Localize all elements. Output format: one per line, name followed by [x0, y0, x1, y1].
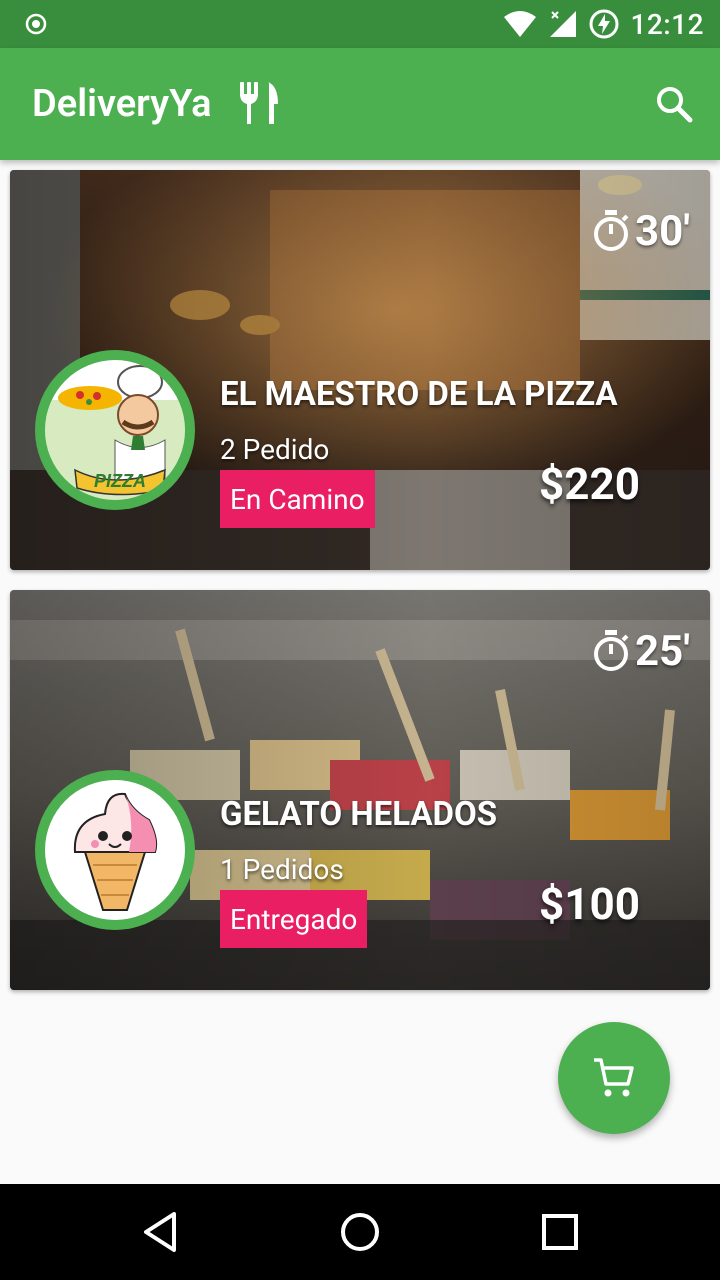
status-badge: En Camino [220, 470, 375, 528]
order-card[interactable]: 30' PIZZA EL MAESTRO DE LA PIZZA 2 Pedid… [10, 170, 710, 570]
order-count: 2 Pedido [220, 433, 330, 466]
status-time: 12:12 [630, 7, 704, 41]
wifi-icon [504, 11, 537, 37]
location-status-icon [25, 13, 47, 35]
cart-icon [594, 1058, 634, 1097]
status-bar: 12:12 [0, 0, 720, 48]
back-icon[interactable] [136, 1208, 184, 1256]
restaurant-name: GELATO HELADOS [220, 795, 498, 834]
app-title: DeliveryYa [32, 82, 212, 126]
chef-pizza-icon: PIZZA [45, 365, 185, 500]
home-icon[interactable] [336, 1208, 384, 1256]
order-count: 1 Pedidos [220, 853, 344, 886]
timer-icon [594, 630, 629, 671]
status-badge: Entregado [220, 890, 368, 948]
restaurant-logo: PIZZA [35, 350, 195, 510]
cart-button[interactable] [558, 1022, 670, 1134]
eta-text: 30' [635, 206, 690, 256]
signal-icon [550, 11, 577, 37]
eta-indicator: 30' [591, 206, 690, 256]
eta-text: 25' [635, 626, 690, 676]
restaurant-logo [35, 770, 195, 930]
order-card[interactable]: 25' GELATO HELADOS 1 Pedidos Entregado $… [10, 590, 710, 990]
restaurant-name: EL MAESTRO DE LA PIZZA [220, 375, 618, 414]
ice-cream-icon [73, 792, 158, 911]
app-bar: DeliveryYa [0, 48, 720, 160]
search-icon[interactable] [654, 84, 694, 124]
restaurant-icon [240, 82, 278, 124]
order-price: $100 [539, 878, 640, 930]
recent-apps-icon[interactable] [536, 1208, 584, 1256]
order-price: $220 [539, 458, 640, 510]
timer-icon [594, 210, 629, 251]
eta-indicator: 25' [591, 626, 690, 676]
navigation-bar [0, 1184, 720, 1280]
battery-charging-icon [589, 9, 619, 39]
logo-pizza-text: PIZZA [94, 471, 146, 491]
